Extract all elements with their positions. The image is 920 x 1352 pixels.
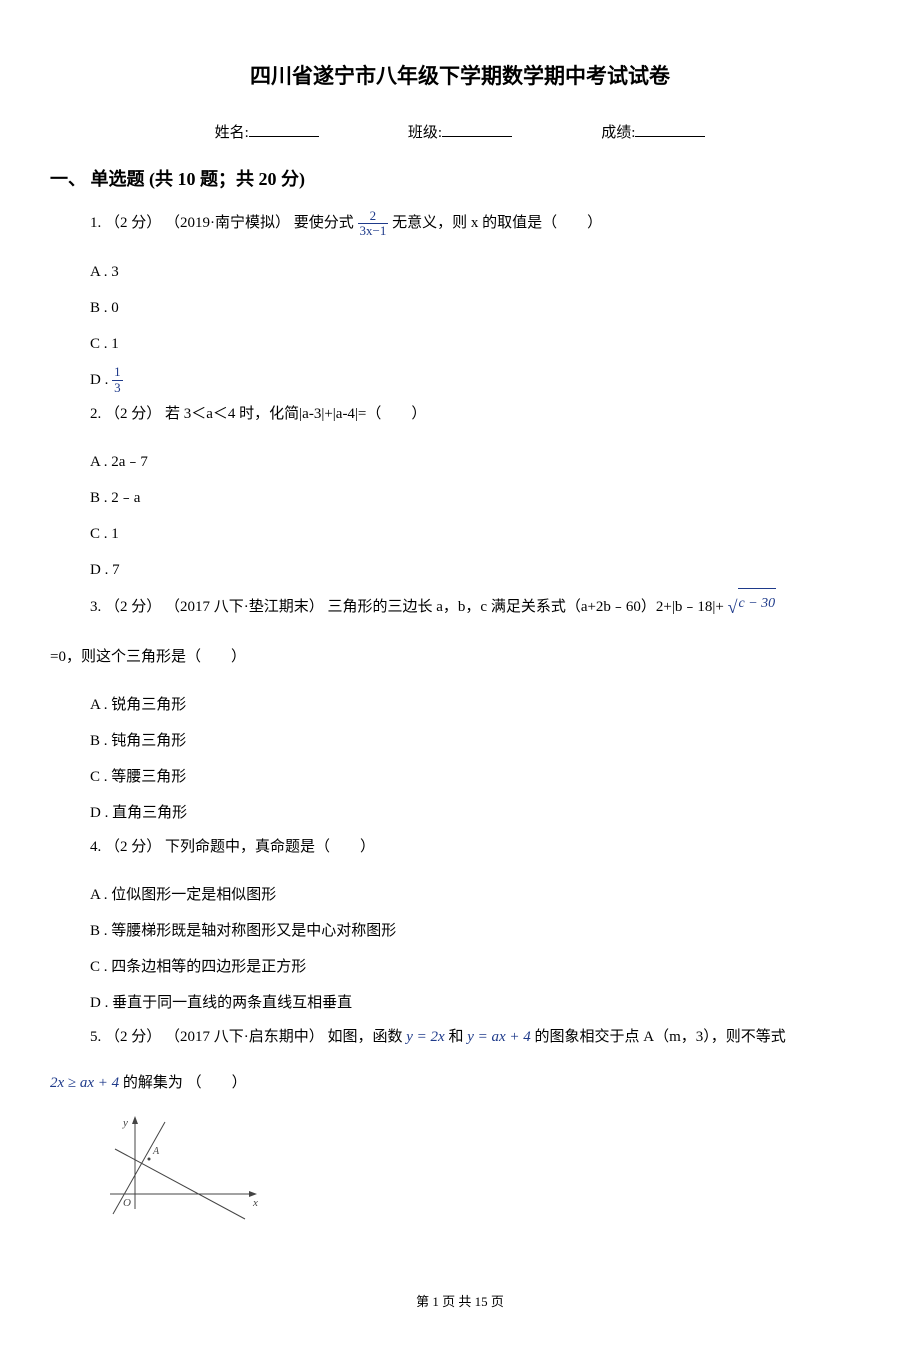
q1-option-c: C . 1 [90, 326, 870, 362]
q2-option-b: B . 2﹣a [90, 480, 870, 516]
q1-option-a: A . 3 [90, 254, 870, 290]
q5-graph: O y x A [105, 1114, 870, 1232]
q2-options: A . 2a﹣7 B . 2﹣a C . 1 D . 7 [50, 444, 870, 588]
question-1: 1. （2 分） （2019·南宁模拟） 要使分式 2 3x−1 无意义，则 x… [50, 207, 870, 239]
q3-options: A . 锐角三角形 B . 钝角三角形 C . 等腰三角形 D . 直角三角形 [50, 687, 870, 831]
q5-stem-end: 的解集为 （ ） [123, 1075, 247, 1091]
line-graph-icon: O y x A [105, 1114, 265, 1224]
class-label: 班级: [408, 121, 442, 145]
class-field: 班级: [408, 118, 512, 145]
q2-option-c: C . 1 [90, 516, 870, 552]
question-5: 5. （2 分） （2017 八下·启东期中） 如图，函数 y = 2x 和 y… [50, 1021, 870, 1053]
q1-d-fraction: 1 3 [112, 365, 123, 395]
q4-options: A . 位似图形一定是相似图形 B . 等腰梯形既是轴对称图形又是中心对称图形 … [50, 877, 870, 1021]
q1-stem-post: 无意义，则 x 的取值是（ ） [392, 215, 602, 231]
score-label: 成绩: [601, 121, 635, 145]
q4-option-b: B . 等腰梯形既是轴对称图形又是中心对称图形 [90, 913, 870, 949]
exam-title: 四川省遂宁市八年级下学期数学期中考试试卷 [50, 60, 870, 94]
sqrt-icon: √ c − 30 [728, 588, 777, 627]
sqrt-sign: √ [728, 588, 738, 627]
q3-option-a: A . 锐角三角形 [90, 687, 870, 723]
q3-stem-pre: 3. （2 分） （2017 八下·垫江期末） 三角形的三边长 a，b，c 满足… [90, 599, 728, 615]
q1-option-d: D . 1 3 [90, 362, 870, 398]
q1-frac-den: 3x−1 [358, 224, 389, 238]
class-blank [442, 118, 512, 137]
q5-stem-pre: 5. （2 分） （2017 八下·启东期中） 如图，函数 [90, 1029, 406, 1045]
q3-sqrt-content: c − 30 [738, 588, 777, 619]
svg-text:O: O [123, 1197, 131, 1209]
question-3: 3. （2 分） （2017 八下·垫江期末） 三角形的三边长 a，b，c 满足… [50, 588, 870, 627]
q4-option-a: A . 位似图形一定是相似图形 [90, 877, 870, 913]
q5-stem-line2: 2x ≥ ax + 4 的解集为 （ ） [50, 1067, 870, 1099]
svg-text:y: y [122, 1117, 128, 1129]
q4-option-c: C . 四条边相等的四边形是正方形 [90, 949, 870, 985]
q2-option-a: A . 2a﹣7 [90, 444, 870, 480]
q3-stem-line2: =0，则这个三角形是（ ） [50, 641, 870, 673]
q5-stem-mid2: 的图象相交于点 A（m，3），则不等式 [535, 1029, 786, 1045]
q5-expr2: y = ax + 4 [467, 1029, 531, 1045]
q1-stem-pre: 1. （2 分） （2019·南宁模拟） 要使分式 [90, 215, 358, 231]
q1-d-den: 3 [112, 381, 123, 395]
q3-option-b: B . 钝角三角形 [90, 723, 870, 759]
q1-options: A . 3 B . 0 C . 1 D . 1 3 [50, 254, 870, 398]
score-field: 成绩: [601, 118, 705, 145]
q2-option-d: D . 7 [90, 552, 870, 588]
question-4: 4. （2 分） 下列命题中，真命题是（ ） [50, 831, 870, 863]
section-1-header: 一、 单选题 (共 10 题；共 20 分) [50, 165, 870, 194]
score-blank [635, 118, 705, 137]
name-label: 姓名: [215, 121, 249, 145]
name-field: 姓名: [215, 118, 319, 145]
q5-stem-mid1: 和 [448, 1029, 467, 1045]
q1-frac-num: 2 [358, 209, 389, 224]
q1-option-b: B . 0 [90, 290, 870, 326]
q3-option-c: C . 等腰三角形 [90, 759, 870, 795]
name-blank [249, 118, 319, 137]
q1-d-pre: D . [90, 372, 112, 388]
q3-option-d: D . 直角三角形 [90, 795, 870, 831]
q4-option-d: D . 垂直于同一直线的两条直线互相垂直 [90, 985, 870, 1021]
q5-expr1: y = 2x [406, 1029, 444, 1045]
svg-text:x: x [252, 1197, 258, 1209]
q1-fraction: 2 3x−1 [358, 209, 389, 239]
q1-d-num: 1 [112, 365, 123, 380]
student-info-row: 姓名: 班级: 成绩: [50, 118, 870, 145]
q5-expr3: 2x ≥ ax + 4 [50, 1075, 119, 1091]
question-2: 2. （2 分） 若 3＜a＜4 时，化简|a-3|+|a-4|=（ ） [50, 398, 870, 430]
svg-text:A: A [152, 1146, 160, 1157]
